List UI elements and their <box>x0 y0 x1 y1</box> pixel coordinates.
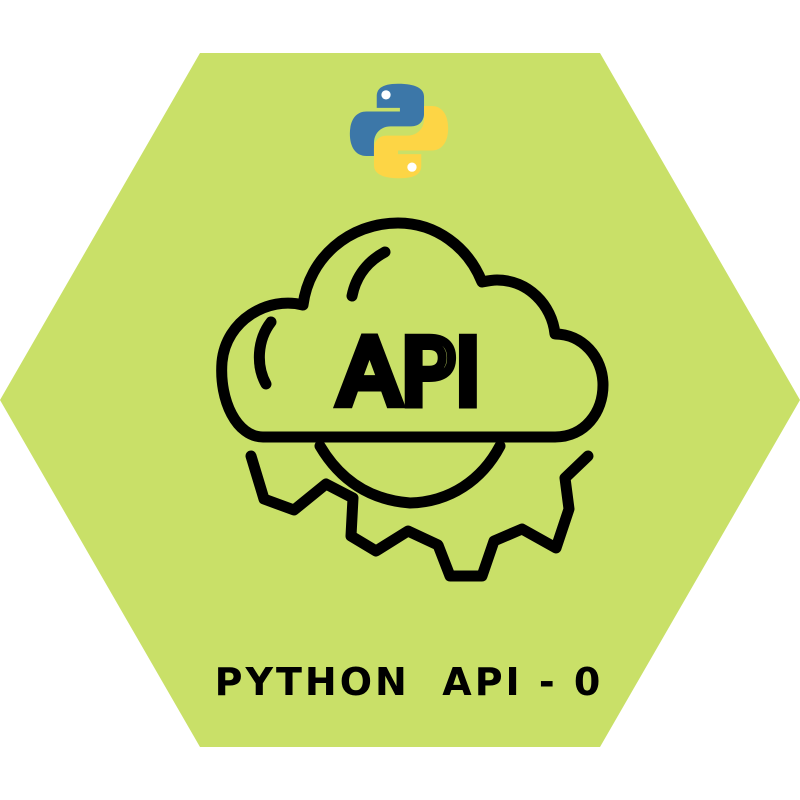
api-badge: API PYTHON API - 0 <box>0 0 800 800</box>
cloud-inner-arc-top <box>346 246 391 302</box>
api-text: API <box>339 321 481 426</box>
gear-outline <box>245 450 594 582</box>
cloud-inner-arc-left <box>253 316 277 390</box>
badge-title: PYTHON API - 0 <box>214 660 604 704</box>
